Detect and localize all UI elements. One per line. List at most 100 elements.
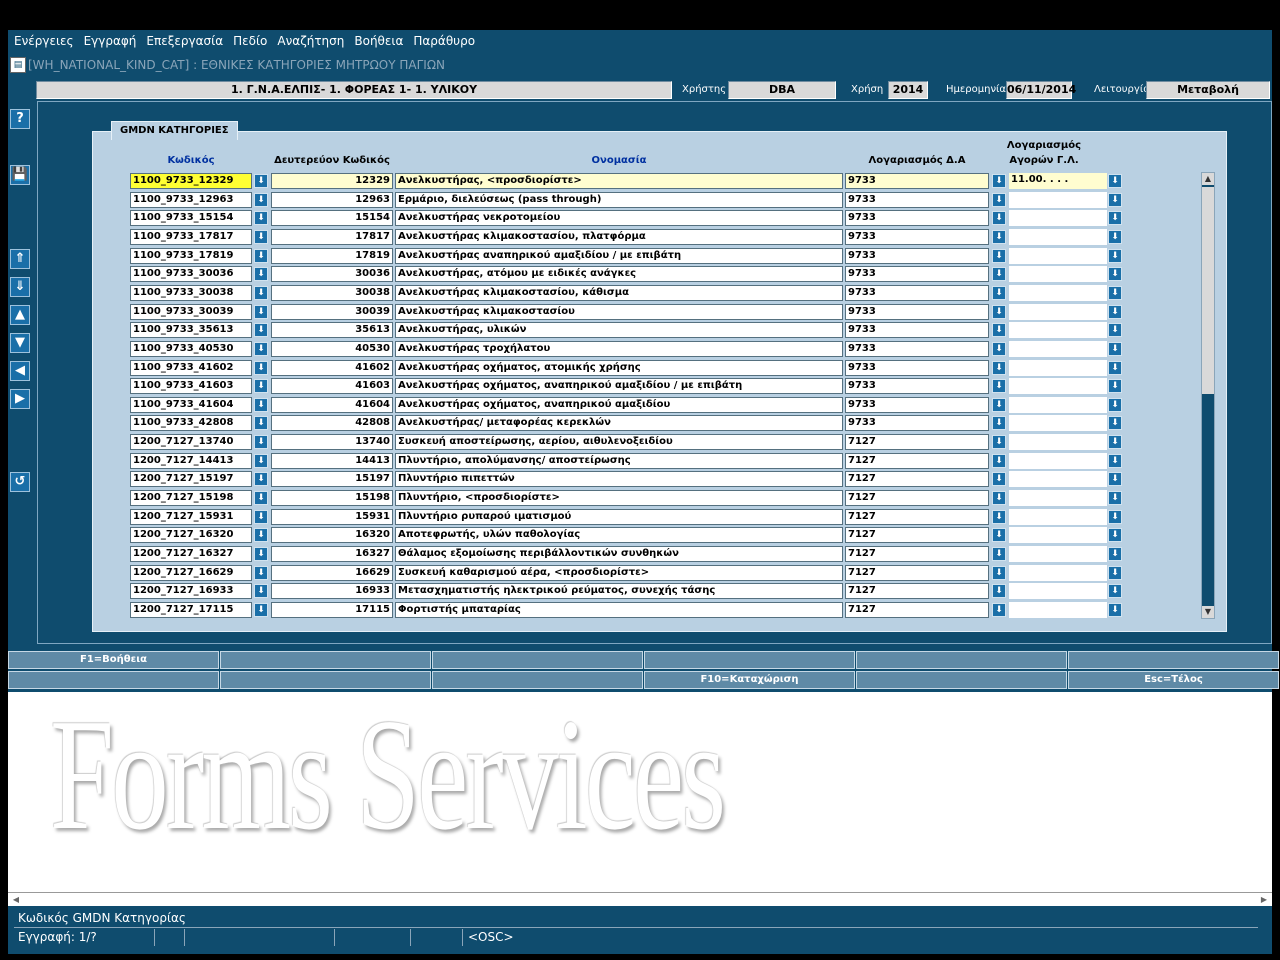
function-key-button[interactable]	[856, 651, 1067, 669]
menu-item[interactable]: Αναζήτηση	[277, 34, 344, 48]
name-field[interactable]: Αποτεφρωτής, υλών παθολογίας	[395, 527, 843, 543]
lov-button-icon[interactable]: ⬇	[254, 323, 268, 337]
secondary-code-field[interactable]: 30039	[271, 304, 393, 320]
menu-item[interactable]: Εγγραφή	[84, 34, 137, 48]
function-key-button[interactable]: F10=Καταχώριση	[644, 671, 855, 689]
secondary-code-field[interactable]: 41602	[271, 360, 393, 376]
code-field[interactable]: 1200_7127_17115	[130, 602, 252, 618]
name-field[interactable]: Μετασχηματιστής ηλεκτρικού ρεύματος, συν…	[395, 583, 843, 599]
lov-button-icon[interactable]: ⬇	[254, 342, 268, 356]
account-field[interactable]: 7127	[845, 509, 989, 525]
account-field[interactable]: 9733	[845, 285, 989, 301]
lov-button-icon[interactable]: ⬇	[254, 361, 268, 375]
code-field[interactable]: 1200_7127_14413	[130, 453, 252, 469]
name-field[interactable]: Θάλαμος εξομοίωσης περιβάλλοντικών συνθη…	[395, 546, 843, 562]
code-field[interactable]: 1100_9733_42808	[130, 415, 252, 431]
account-field[interactable]: 9733	[845, 378, 989, 394]
secondary-code-field[interactable]: 12329	[271, 173, 393, 189]
account-field[interactable]: 9733	[845, 266, 989, 282]
undo-button[interactable]: ↺	[10, 472, 30, 492]
name-field[interactable]: Ανελκυστήρας/ μεταφορέας κερεκλών	[395, 415, 843, 431]
code-field[interactable]: 1100_9733_17817	[130, 229, 252, 245]
code-field[interactable]: 1100_9733_35613	[130, 322, 252, 338]
lov-button-icon[interactable]: ⬇	[992, 249, 1006, 263]
name-field[interactable]: Πλυντήριο, απολύμανσης/ αποστείρωσης	[395, 453, 843, 469]
horizontal-scrollbar[interactable]: ◀ ▶	[8, 892, 1272, 907]
purchase-account-field[interactable]	[1009, 546, 1107, 562]
secondary-code-field[interactable]: 41604	[271, 397, 393, 413]
function-key-button[interactable]	[8, 671, 219, 689]
lov-button-icon[interactable]: ⬇	[1108, 361, 1122, 375]
purchase-account-field[interactable]	[1009, 210, 1107, 226]
secondary-code-field[interactable]: 15197	[271, 471, 393, 487]
lov-button-icon[interactable]: ⬇	[254, 211, 268, 225]
code-field[interactable]: 1100_9733_17819	[130, 248, 252, 264]
lov-button-icon[interactable]: ⬇	[1108, 379, 1122, 393]
name-field[interactable]: Ανελκυστήρας κλιμακοστασίου, κάθισμα	[395, 285, 843, 301]
purchase-account-field[interactable]	[1009, 266, 1107, 282]
code-field[interactable]: 1100_9733_30039	[130, 304, 252, 320]
purchase-account-field[interactable]	[1009, 360, 1107, 376]
secondary-code-field[interactable]: 41603	[271, 378, 393, 394]
name-field[interactable]: Ανελκυστήρας οχήματος, ατομικής χρήσης	[395, 360, 843, 376]
purchase-account-field[interactable]	[1009, 192, 1107, 208]
account-field[interactable]: 9733	[845, 248, 989, 264]
menu-item[interactable]: Επεξεργασία	[146, 34, 223, 48]
scroll-down-icon[interactable]: ▼	[1202, 606, 1214, 618]
lov-button-icon[interactable]: ⬇	[1108, 323, 1122, 337]
menu-item[interactable]: Παράθυρο	[413, 34, 475, 48]
scroll-up-icon[interactable]: ▲	[1202, 173, 1214, 185]
name-field[interactable]: Φορτιστής μπαταρίας	[395, 602, 843, 618]
secondary-code-field[interactable]: 12963	[271, 192, 393, 208]
name-field[interactable]: Πλυντήριο, <προσδιορίστε>	[395, 490, 843, 506]
code-field[interactable]: 1100_9733_12329	[130, 173, 252, 189]
lov-button-icon[interactable]: ⬇	[992, 435, 1006, 449]
lov-button-icon[interactable]: ⬇	[992, 211, 1006, 225]
purchase-account-field[interactable]	[1009, 490, 1107, 506]
lov-button-icon[interactable]: ⬇	[254, 249, 268, 263]
last-record-button[interactable]: ⇓	[10, 277, 30, 297]
lov-button-icon[interactable]: ⬇	[254, 398, 268, 412]
purchase-account-field[interactable]	[1009, 229, 1107, 245]
secondary-code-field[interactable]: 13740	[271, 434, 393, 450]
lov-button-icon[interactable]: ⬇	[1108, 193, 1122, 207]
lov-button-icon[interactable]: ⬇	[1108, 305, 1122, 319]
name-field[interactable]: Ανελκυστήρας, <προσδιορίστε>	[395, 173, 843, 189]
lov-button-icon[interactable]: ⬇	[1108, 491, 1122, 505]
lov-button-icon[interactable]: ⬇	[254, 510, 268, 524]
name-field[interactable]: Ανελκυστήρας νεκροτομείου	[395, 210, 843, 226]
scroll-thumb[interactable]	[1202, 187, 1214, 394]
account-field[interactable]: 9733	[845, 304, 989, 320]
purchase-account-field[interactable]	[1009, 471, 1107, 487]
lov-button-icon[interactable]: ⬇	[992, 305, 1006, 319]
secondary-code-field[interactable]: 42808	[271, 415, 393, 431]
scroll-left-icon[interactable]: ◀	[10, 894, 22, 906]
code-field[interactable]: 1100_9733_12963	[130, 192, 252, 208]
code-field[interactable]: 1200_7127_15931	[130, 509, 252, 525]
name-field[interactable]: Πλυντήριο ρυπαρού ιματισμού	[395, 509, 843, 525]
lov-button-icon[interactable]: ⬇	[992, 230, 1006, 244]
lov-button-icon[interactable]: ⬇	[992, 193, 1006, 207]
lov-button-icon[interactable]: ⬇	[1108, 416, 1122, 430]
lov-button-icon[interactable]: ⬇	[254, 472, 268, 486]
secondary-code-field[interactable]: 16327	[271, 546, 393, 562]
code-field[interactable]: 1200_7127_16933	[130, 583, 252, 599]
name-field[interactable]: Πλυντήριο πιπεττών	[395, 471, 843, 487]
menu-item[interactable]: Πεδίο	[233, 34, 267, 48]
account-field[interactable]: 7127	[845, 583, 989, 599]
secondary-code-field[interactable]: 35613	[271, 322, 393, 338]
lov-button-icon[interactable]: ⬇	[254, 435, 268, 449]
account-field[interactable]: 9733	[845, 415, 989, 431]
lov-button-icon[interactable]: ⬇	[1108, 174, 1122, 188]
purchase-account-field[interactable]	[1009, 434, 1107, 450]
function-key-button[interactable]	[432, 671, 643, 689]
lov-button-icon[interactable]: ⬇	[254, 286, 268, 300]
lov-button-icon[interactable]: ⬇	[992, 174, 1006, 188]
account-field[interactable]: 7127	[845, 453, 989, 469]
next-block-button[interactable]: ▶	[10, 389, 30, 409]
purchase-account-field[interactable]	[1009, 285, 1107, 301]
code-field[interactable]: 1100_9733_15154	[130, 210, 252, 226]
lov-button-icon[interactable]: ⬇	[1108, 267, 1122, 281]
purchase-account-field[interactable]	[1009, 527, 1107, 543]
lov-button-icon[interactable]: ⬇	[254, 547, 268, 561]
